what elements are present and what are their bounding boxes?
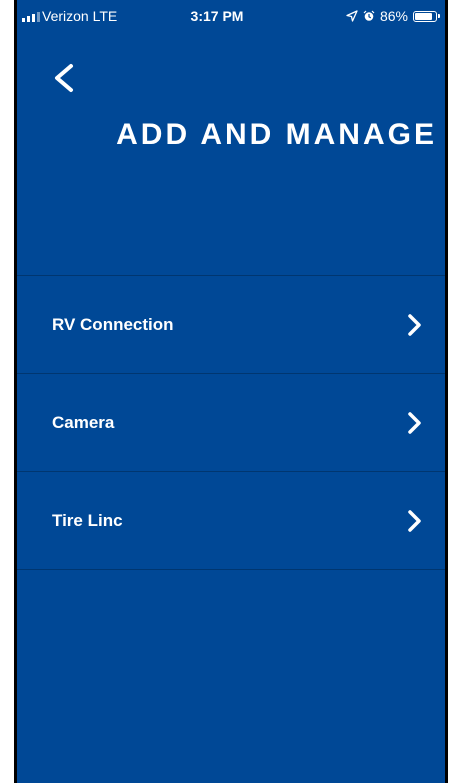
battery-icon — [413, 10, 440, 22]
chevron-right-icon — [408, 509, 421, 532]
location-icon — [346, 10, 358, 22]
menu-item-label: Camera — [52, 412, 115, 432]
battery-fill — [415, 12, 432, 20]
status-bar: Verizon LTE 3:17 PM 86% — [17, 0, 445, 32]
chevron-left-icon — [55, 64, 73, 92]
menu-item-label: Tire Linc — [52, 510, 123, 530]
menu-item-camera[interactable]: Camera — [17, 374, 445, 472]
phone-screen: Verizon LTE 3:17 PM 86% ADD AND MANAGE R… — [14, 0, 448, 783]
back-button[interactable] — [47, 60, 87, 100]
menu-item-label: RV Connection — [52, 314, 174, 334]
battery-percent: 86% — [379, 8, 408, 24]
menu-list: RV Connection Camera Tire Linc — [17, 275, 445, 570]
chevron-right-icon — [408, 411, 421, 434]
alarm-icon — [363, 10, 375, 21]
page-title: ADD AND MANAGE — [116, 118, 437, 151]
chevron-right-icon — [408, 313, 421, 336]
menu-item-rv-connection[interactable]: RV Connection — [17, 276, 445, 374]
status-indicators: 86% — [346, 8, 440, 24]
menu-item-tire-linc[interactable]: Tire Linc — [17, 472, 445, 570]
